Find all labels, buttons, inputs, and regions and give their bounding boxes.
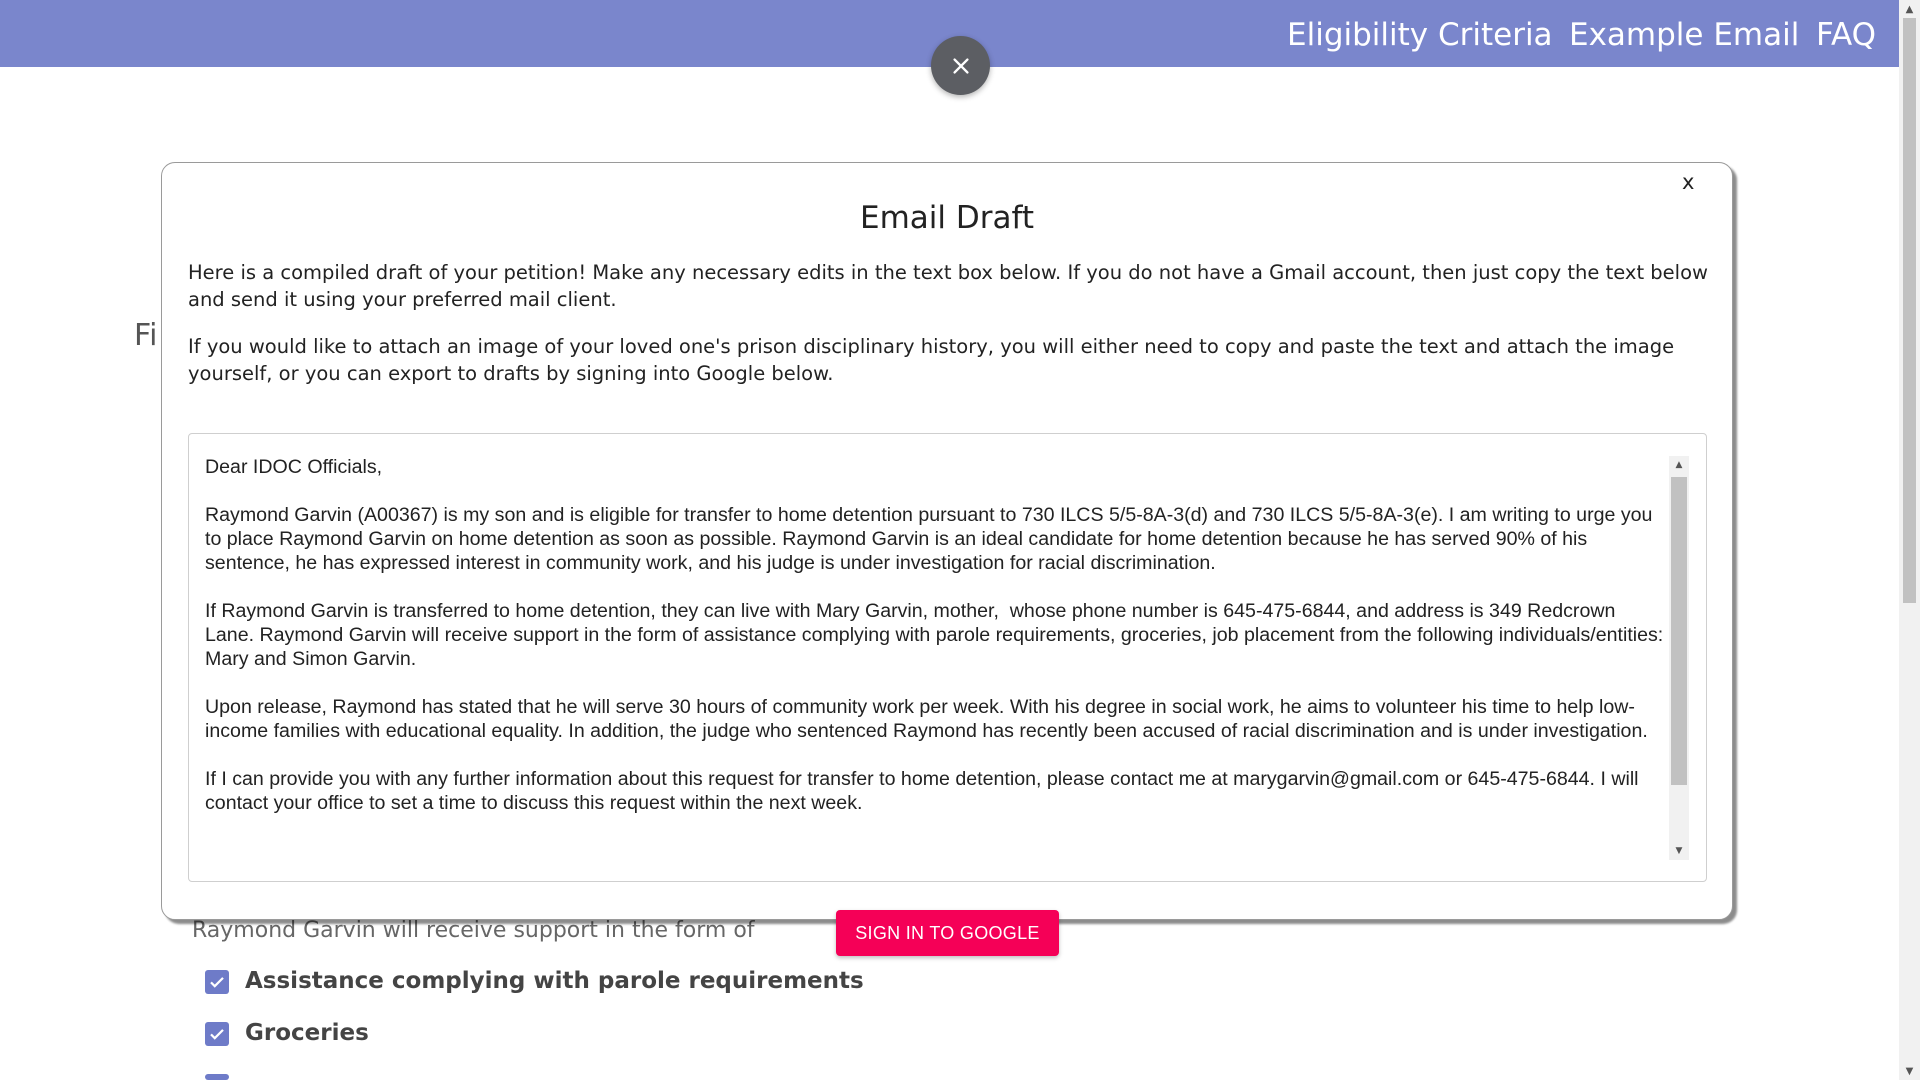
checkbox-next-partial[interactable] bbox=[205, 1074, 229, 1080]
page-heading-fragment: Fi bbox=[134, 318, 158, 353]
modal-instructions-paragraph: Here is a compiled draft of your petitio… bbox=[188, 261, 1708, 311]
scroll-up-arrow-icon[interactable]: ▲ bbox=[1899, 0, 1920, 18]
scroll-up-arrow-icon[interactable]: ▲ bbox=[1669, 456, 1689, 474]
modal-attachment-paragraph: If you would like to attach an image of … bbox=[188, 335, 1675, 385]
modal-title: Email Draft bbox=[860, 200, 1034, 236]
check-icon bbox=[210, 1029, 224, 1040]
checkbox-parole-assistance[interactable] bbox=[205, 970, 229, 994]
email-scroll-thumb[interactable] bbox=[1671, 477, 1687, 785]
close-icon bbox=[952, 57, 969, 74]
floating-close-button[interactable] bbox=[931, 36, 990, 95]
nav-link-example-email[interactable]: Example Email bbox=[1569, 15, 1799, 55]
page-scrollbar[interactable]: ▲ ▼ bbox=[1899, 0, 1920, 1080]
checkbox-label-parole-assistance: Assistance complying with parole require… bbox=[245, 968, 864, 994]
support-prompt-text: Raymond Garvin will receive support in t… bbox=[192, 918, 755, 943]
page-scroll-thumb[interactable] bbox=[1903, 18, 1916, 603]
email-scrollbar[interactable]: ▲ ▼ bbox=[1669, 456, 1689, 860]
scroll-down-arrow-icon[interactable]: ▼ bbox=[1899, 1062, 1920, 1080]
email-body-text[interactable]: Dear IDOC Officials, Raymond Garvin (A00… bbox=[205, 455, 1665, 865]
nav-link-eligibility-criteria[interactable]: Eligibility Criteria bbox=[1287, 15, 1553, 55]
check-icon bbox=[210, 977, 224, 988]
checkbox-label-groceries: Groceries bbox=[245, 1020, 369, 1046]
nav-link-faq[interactable]: FAQ bbox=[1816, 15, 1876, 55]
scroll-down-arrow-icon[interactable]: ▼ bbox=[1669, 842, 1689, 860]
sign-in-google-button[interactable]: SIGN IN TO GOOGLE bbox=[836, 910, 1059, 956]
checkbox-groceries[interactable] bbox=[205, 1022, 229, 1046]
modal-close-button[interactable]: x bbox=[1682, 170, 1694, 194]
